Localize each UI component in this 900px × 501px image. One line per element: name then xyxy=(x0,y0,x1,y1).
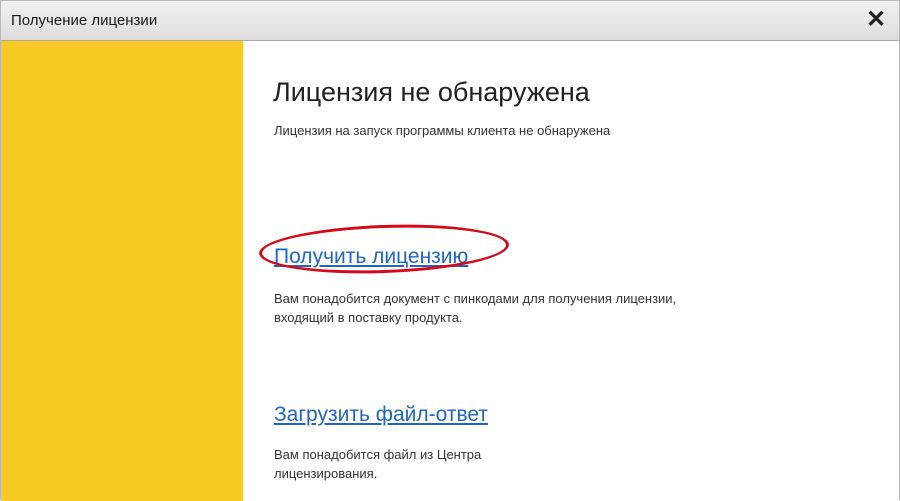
get-license-link[interactable]: Получить лицензию xyxy=(274,245,468,269)
content-area: Лицензия не обнаружена Лицензия на запус… xyxy=(243,41,899,501)
title-bar: Получение лицензии ✕ xyxy=(1,1,899,41)
get-license-description: Вам понадобится документ с пинкодами для… xyxy=(274,291,677,325)
close-button[interactable]: ✕ xyxy=(861,5,891,35)
status-message: Лицензия на запуск программы клиента не … xyxy=(274,123,611,138)
load-response-description: Вам понадобится файл из Центра лицензиро… xyxy=(274,447,482,481)
side-panel xyxy=(1,41,243,501)
page-title: Лицензия не обнаружена xyxy=(273,77,590,107)
load-response-file-link[interactable]: Загрузить файл-ответ xyxy=(274,403,488,427)
window-title: Получение лицензии xyxy=(11,12,158,29)
license-dialog: Получение лицензии ✕ Лицензия не обнаруж… xyxy=(0,0,900,501)
close-icon: ✕ xyxy=(865,6,887,33)
